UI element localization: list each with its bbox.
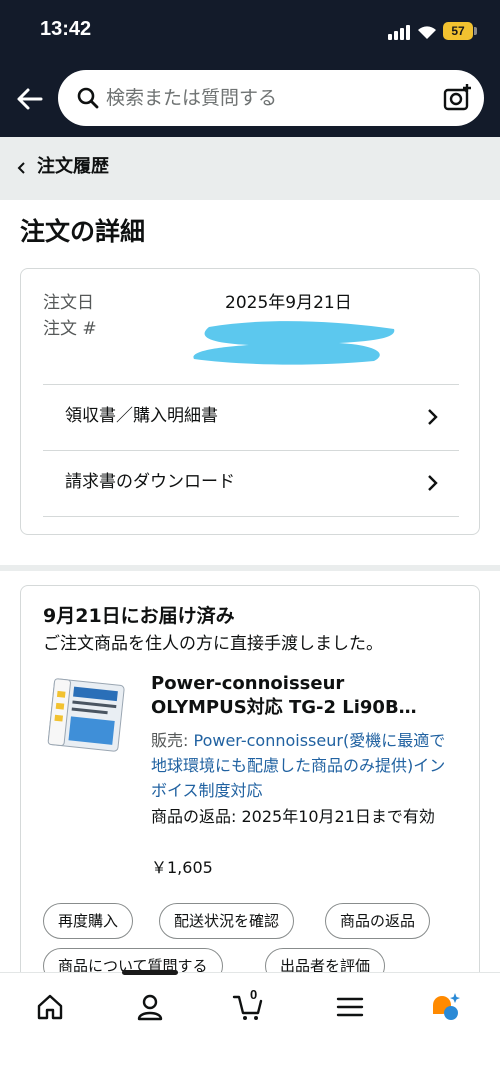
top-header: 13:42 57 [0,0,500,137]
order-number-label: 注文 # [43,319,97,339]
page-title: 注文の詳細 [20,217,146,246]
product-thumbnail[interactable] [43,672,129,762]
breadcrumb[interactable]: 注文履歴 [0,137,500,200]
buy-again-button[interactable]: 再度購入 [43,903,134,939]
delivery-status: 9月21日にお届け済み [43,605,235,627]
return-item-button[interactable]: 商品の返品 [325,903,431,939]
seller-info: 販売: Power-connoisseur(愛機に最適で地球環境にも配慮した商品… [151,728,461,803]
seller-label: 販売: [151,731,194,750]
status-bar: 13:42 57 [0,0,500,60]
home-icon[interactable] [34,991,66,1023]
wifi-icon [418,26,436,39]
invoice-download-row[interactable]: 請求書のダウンロード [43,451,459,515]
chevron-right-icon [428,475,438,491]
cart-icon[interactable] [232,991,264,1023]
scroll-indicator [122,970,178,975]
product-title-line-2: OLYMPUS対応 TG-2 Li90B… [151,697,417,718]
receipt-link-label: 領収書／購入明細書 [65,406,218,426]
battery-tip [474,27,477,35]
breadcrumb-order-history[interactable]: 注文履歴 [37,154,109,180]
section-separator [0,565,500,571]
order-date-label: 注文日 [43,293,94,313]
receipt-link-row[interactable]: 領収書／購入明細書 [43,385,459,449]
delivery-detail: ご注文商品を住人の方に直接手渡しました。 [43,634,383,654]
divider [43,516,459,517]
shipment-card: 9月21日にお届け済み ご注文商品を住人の方に直接手渡しました。 Power-c… [20,585,480,1005]
return-window: 商品の返品: 2025年10月21日まで有効 [151,807,435,826]
product-title-line-1: Power-connoisseur [151,673,345,694]
chevron-left-icon [17,162,25,174]
account-icon[interactable] [134,991,166,1023]
search-bar[interactable] [58,70,484,126]
status-time: 13:42 [40,18,92,40]
camera-search-icon[interactable] [442,83,472,113]
cart-count-badge: 0 [250,987,258,1002]
cellular-signal-icon [388,24,412,40]
product-price: ￥1,605 [151,858,213,877]
bottom-tab-bar: 0 [0,970,500,1080]
search-input[interactable] [106,70,426,126]
invoice-download-label: 請求書のダウンロード [65,472,235,492]
order-summary-card: 注文日 2025年9月21日 注文 # 領収書／購入明細書 請求書のダウンロード [20,268,480,535]
rufus-assistant-icon[interactable] [430,991,462,1023]
order-date-value: 2025年9月21日 [225,293,352,313]
track-package-button[interactable]: 配送状況を確認 [159,903,295,939]
search-icon [77,87,99,109]
back-arrow-icon[interactable] [14,84,44,114]
seller-link[interactable]: Power-connoisseur(愛機に最適で地球環境にも配慮した商品のみ提供… [151,731,445,800]
chevron-right-icon [428,409,438,425]
order-number-redaction [193,321,395,365]
battery-indicator: 57 [443,22,473,40]
menu-icon[interactable] [334,991,366,1023]
product-title-link[interactable]: Power-connoisseur OLYMPUS対応 TG-2 Li90B… [151,672,461,720]
